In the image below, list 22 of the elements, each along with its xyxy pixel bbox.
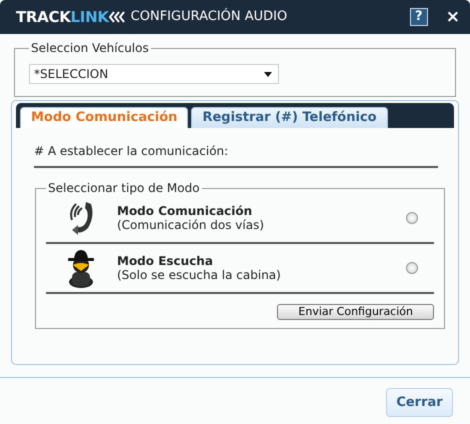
group-label: Seleccionar tipo de Modo <box>47 182 201 194</box>
mode-description: (Solo se escucha la cabina) <box>117 268 281 282</box>
mode-description: (Comunicación dos vías) <box>117 218 264 232</box>
mode-title: Modo Escucha <box>117 254 214 268</box>
logo-text: LINK <box>70 6 109 28</box>
select-value: *SELECCION <box>34 66 108 83</box>
caret-icon <box>264 72 272 76</box>
tab[interactable]: Registrar (#) Telefónico <box>191 107 388 128</box>
close-button[interactable]: Cerrar <box>386 388 453 417</box>
radio-button[interactable] <box>406 262 418 274</box>
chevrons-icon <box>108 11 127 23</box>
window-title: CONFIGURACIÓN AUDIO <box>130 7 288 26</box>
logo-text: TRACK <box>16 6 71 28</box>
help-button[interactable]: ? <box>410 8 428 26</box>
spy-icon <box>66 248 96 288</box>
radio-button[interactable] <box>406 212 418 224</box>
close-button[interactable]: × <box>446 8 460 26</box>
mode-title: Modo Comunicación <box>117 204 254 218</box>
group-label: Seleccion Vehículos <box>30 42 150 54</box>
send-button[interactable]: Enviar Configuración <box>277 304 434 320</box>
section-heading: # A establecer la comunicación: <box>34 142 438 168</box>
vehicle-select[interactable]: *SELECCION <box>29 64 279 84</box>
